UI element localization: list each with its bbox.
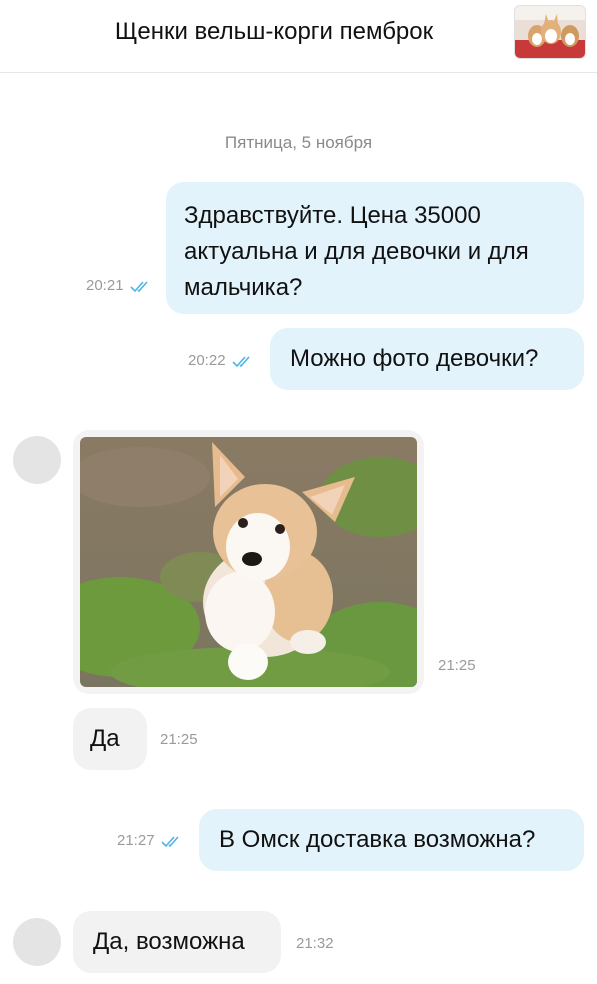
message-text: В Омск доставка возможна? bbox=[219, 826, 536, 853]
chat-title: Щенки вельш-корги пемброк bbox=[114, 18, 434, 45]
corgi-puppy-photo-icon bbox=[80, 437, 417, 687]
incoming-message-bubble[interactable]: Да bbox=[73, 708, 147, 770]
outgoing-message-bubble[interactable]: В Омск доставка возможна? bbox=[199, 809, 584, 871]
message-meta: 21:32 bbox=[296, 935, 334, 952]
listing-thumbnail-icon[interactable] bbox=[514, 5, 586, 59]
message-text: Да bbox=[90, 725, 120, 752]
message-meta: 21:25 bbox=[438, 657, 476, 674]
read-ticks-icon bbox=[129, 280, 148, 292]
listing-thumb-image bbox=[515, 6, 585, 58]
incoming-photo-message[interactable] bbox=[73, 430, 424, 694]
message-meta: 21:27 bbox=[117, 832, 183, 849]
message-meta: 20:22 bbox=[188, 352, 254, 369]
chat-header: Щенки вельш-корги пемброк bbox=[0, 0, 597, 73]
message-time: 21:25 bbox=[438, 657, 476, 674]
message-time: 21:27 bbox=[117, 832, 155, 849]
read-ticks-icon bbox=[160, 835, 179, 847]
message-time: 20:21 bbox=[86, 277, 124, 294]
outgoing-message-bubble[interactable]: Можно фото девочки? bbox=[270, 328, 584, 390]
message-text-line: мальчика? bbox=[184, 274, 303, 301]
read-ticks-icon bbox=[231, 355, 250, 367]
message-time: 21:32 bbox=[296, 935, 334, 952]
message-text: Да, возможна bbox=[93, 928, 245, 955]
avatar[interactable] bbox=[13, 436, 61, 484]
date-separator: Пятница, 5 ноября bbox=[224, 133, 373, 152]
message-meta: 20:21 bbox=[86, 277, 152, 294]
message-time: 20:22 bbox=[188, 352, 226, 369]
avatar[interactable] bbox=[13, 918, 61, 966]
message-meta: 21:25 bbox=[160, 731, 198, 748]
incoming-message-bubble[interactable]: Да, возможна bbox=[73, 911, 281, 973]
message-text-line: Здравствуйте. Цена 35000 bbox=[184, 202, 481, 229]
message-text: Можно фото девочки? bbox=[290, 345, 539, 372]
message-text-line: актуальна и для девочки и для bbox=[184, 238, 529, 265]
outgoing-message-bubble[interactable]: Здравствуйте. Цена 35000 актуальна и для… bbox=[166, 182, 584, 314]
message-time: 21:25 bbox=[160, 731, 198, 748]
